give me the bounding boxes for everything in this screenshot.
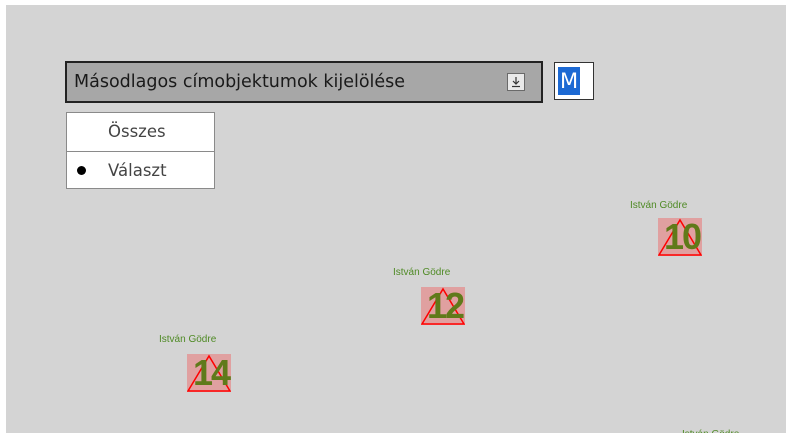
marker-house-number: 12: [426, 285, 465, 326]
cropped-street-label: István Gödre: [682, 429, 739, 433]
radio-selected-dot-icon: [77, 166, 86, 175]
radio-option-label: Összes: [108, 122, 166, 141]
selected-text: M: [558, 67, 581, 95]
marker-street-label: István Gödre: [630, 200, 688, 211]
secondary-address-selection-dropdown[interactable]: Másodlagos címobjektumok kijelölése: [65, 61, 543, 103]
marker-house-number-box: 10: [658, 216, 702, 257]
radio-option-all[interactable]: Összes: [67, 113, 214, 151]
marker-house-number: 14: [192, 352, 231, 393]
marker-house-number-box: 12: [421, 285, 465, 326]
marker-house-number-box: 14: [187, 352, 231, 393]
dropdown-label: Másodlagos címobjektumok kijelölése: [74, 72, 406, 92]
marker-street-label: István Gödre: [393, 267, 451, 278]
selection-mode-radio-group: Összes Választ: [66, 112, 215, 189]
dropdown-arrow-icon[interactable]: [507, 73, 525, 91]
radio-option-choose[interactable]: Választ: [67, 151, 214, 189]
map-canvas[interactable]: Másodlagos címobjektumok kijelölése M Ös…: [6, 5, 786, 433]
marker-street-label: István Gödre: [159, 334, 217, 345]
marker-house-number: 10: [663, 216, 702, 257]
filter-input[interactable]: M: [554, 62, 594, 100]
radio-option-label: Választ: [108, 161, 167, 180]
